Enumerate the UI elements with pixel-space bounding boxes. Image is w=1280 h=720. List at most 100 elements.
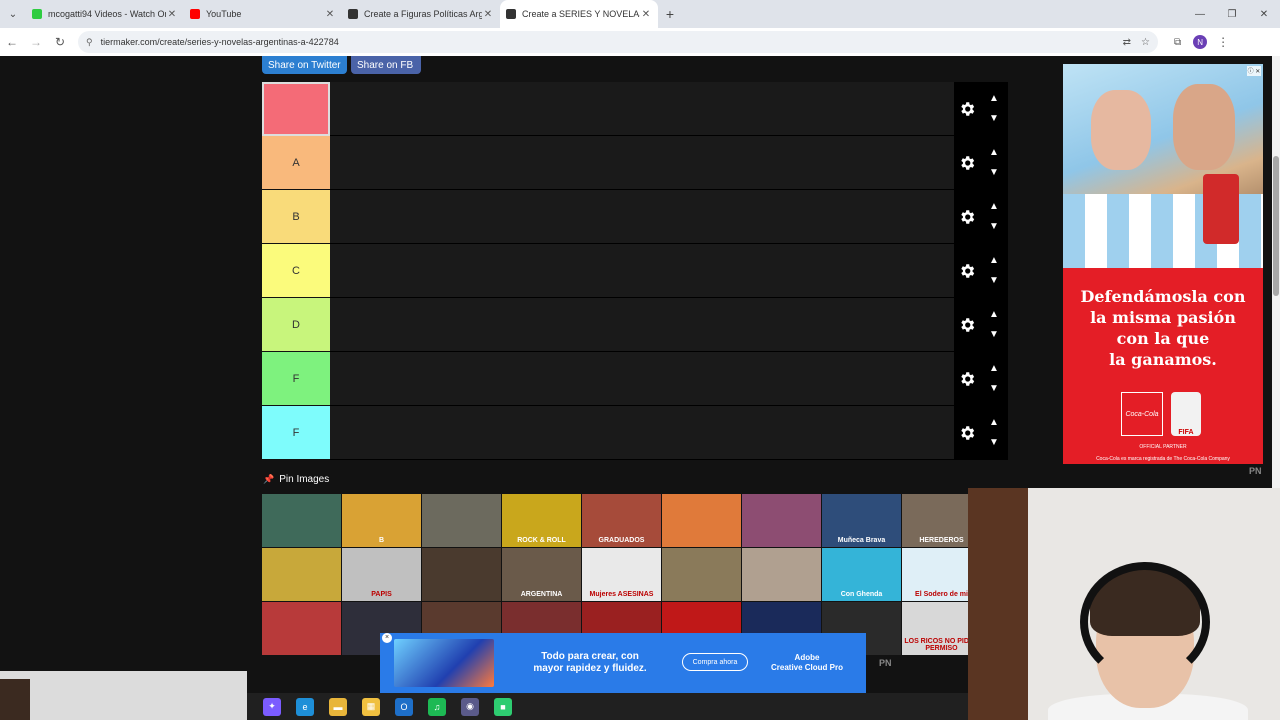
move-up-icon[interactable]: ▲ (987, 310, 1001, 320)
tier-item-image[interactable]: Mujeres ASESINAS (582, 548, 661, 601)
tab-close-icon[interactable]: ✕ (640, 9, 652, 20)
move-up-icon[interactable]: ▲ (987, 364, 1001, 374)
pin-images-toggle[interactable]: 📌 Pin Images (263, 474, 329, 485)
minimize-icon[interactable]: — (1184, 0, 1216, 28)
gear-icon[interactable] (958, 100, 976, 118)
site-info-icon[interactable]: ⚲ (86, 37, 93, 48)
tier-label[interactable] (262, 82, 330, 136)
tab-search-icon[interactable]: ⌄ (0, 0, 26, 28)
move-up-icon[interactable]: ▲ (987, 418, 1001, 428)
edge-icon[interactable]: e (296, 697, 314, 716)
move-down-icon[interactable]: ▼ (987, 438, 1001, 448)
tier-drop-zone[interactable] (330, 352, 954, 406)
gear-icon[interactable] (958, 316, 976, 334)
tier-item-image[interactable] (262, 602, 341, 655)
tier-item-caption: Mujeres ASESINAS (589, 591, 654, 598)
move-down-icon[interactable]: ▼ (987, 330, 1001, 340)
gear-icon[interactable] (958, 154, 976, 172)
forward-icon[interactable]: → (24, 30, 48, 54)
tab-close-icon[interactable]: ✕ (166, 9, 178, 20)
tier-item-image[interactable]: LOS RICOS NO PIDEN PERMISO (902, 602, 968, 655)
profile-avatar[interactable]: N (1193, 35, 1208, 49)
move-up-icon[interactable]: ▲ (987, 202, 1001, 212)
tier-label[interactable]: A (262, 136, 330, 190)
tier-item-image[interactable]: ROCK & ROLL (502, 494, 581, 547)
browser-menu-icon[interactable]: ⋮ (1217, 35, 1229, 49)
app-green-icon[interactable]: ■ (494, 697, 512, 716)
move-up-icon[interactable]: ▲ (987, 148, 1001, 158)
tier-item-caption: B (378, 537, 385, 544)
tier-drop-zone[interactable] (330, 190, 954, 244)
tier-item-image[interactable]: ARGENTINA (502, 548, 581, 601)
tier-drop-zone[interactable] (330, 298, 954, 352)
file-explorer-icon[interactable]: ▬ (329, 697, 347, 716)
copilot-icon[interactable]: ✦ (263, 697, 281, 716)
scrollbar-thumb[interactable] (1273, 156, 1279, 296)
tier-item-image[interactable] (662, 494, 741, 547)
tab-series-y-novelas[interactable]: Create a SERIES Y NOVELAS AR ✕ (500, 0, 658, 28)
spotify-icon[interactable]: ♫ (428, 697, 446, 716)
tier-item-image[interactable] (422, 494, 501, 547)
gear-icon[interactable] (958, 208, 976, 226)
tab-youtube[interactable]: YouTube ✕ (184, 0, 342, 28)
tier-item-image[interactable] (422, 548, 501, 601)
tier-label[interactable]: F (262, 352, 330, 406)
share-twitter-button[interactable]: Share on Twitter (262, 56, 347, 74)
tier-item-image[interactable] (262, 494, 341, 547)
tier-item-image[interactable]: Muñeca Brava (822, 494, 901, 547)
tier-item-image[interactable]: GRADUADOS (582, 494, 661, 547)
tab-close-icon[interactable]: ✕ (482, 9, 494, 20)
ad-close-icon[interactable]: × (382, 633, 392, 643)
gear-icon[interactable] (958, 424, 976, 442)
tier-item-image[interactable]: Con Ghenda (822, 548, 901, 601)
window-controls: — ❐ ✕ (1184, 0, 1280, 28)
reload-icon[interactable]: ↻ (48, 30, 72, 54)
tier-item-image[interactable]: B (342, 494, 421, 547)
move-down-icon[interactable]: ▼ (987, 384, 1001, 394)
url-text: tiermaker.com/create/series-y-novelas-ar… (100, 37, 339, 47)
adchoices-icon[interactable]: ⓘ ✕ (1247, 66, 1261, 76)
bookmark-star-icon[interactable]: ☆ (1141, 37, 1150, 48)
tier-item-image[interactable]: PAPIS (342, 548, 421, 601)
cocacola-ad[interactable]: Defendámosla con la misma pasión con la … (1063, 64, 1263, 464)
move-down-icon[interactable]: ▼ (987, 114, 1001, 124)
tier-item-image[interactable] (262, 548, 341, 601)
share-facebook-button[interactable]: Share on FB (351, 56, 421, 74)
tab-figuras-politicas[interactable]: Create a Figuras Políticas Arge ✕ (342, 0, 500, 28)
tier-label[interactable]: B (262, 190, 330, 244)
gear-icon[interactable] (958, 262, 976, 280)
move-down-icon[interactable]: ▼ (987, 168, 1001, 178)
tier-drop-zone[interactable] (330, 244, 954, 298)
close-window-icon[interactable]: ✕ (1248, 0, 1280, 28)
adobe-ad[interactable]: Todo para crear, con mayor rapidez y flu… (380, 633, 866, 693)
tier-item-image[interactable]: El Sodero de mi (902, 548, 968, 601)
chrome-icon[interactable]: ◉ (461, 697, 479, 716)
tab-close-icon[interactable]: ✕ (324, 9, 336, 20)
back-icon[interactable]: ← (0, 30, 24, 54)
move-down-icon[interactable]: ▼ (987, 276, 1001, 286)
buy-now-button[interactable]: Compra ahora (682, 653, 748, 671)
tier-label[interactable]: D (262, 298, 330, 352)
new-tab-icon[interactable]: + (658, 6, 682, 22)
gear-icon[interactable] (958, 370, 976, 388)
url-field[interactable]: ⚲ tiermaker.com/create/series-y-novelas-… (78, 31, 1158, 53)
tier-label[interactable]: F (262, 406, 330, 460)
outlook-icon[interactable]: O (395, 697, 413, 716)
pin-icon: 📌 (263, 474, 275, 484)
move-up-icon[interactable]: ▲ (987, 94, 1001, 104)
extensions-icon[interactable]: ⧉ (1174, 37, 1181, 48)
tier-item-image[interactable] (662, 548, 741, 601)
move-down-icon[interactable]: ▼ (987, 222, 1001, 232)
tier-drop-zone[interactable] (330, 136, 954, 190)
tier-item-image[interactable] (742, 494, 821, 547)
tier-label[interactable]: C (262, 244, 330, 298)
move-up-icon[interactable]: ▲ (987, 256, 1001, 266)
calendar-icon[interactable]: ▦ (362, 697, 380, 716)
tier-item-image[interactable]: HEREDEROS (902, 494, 968, 547)
translate-icon[interactable]: ⇄ (1123, 37, 1131, 48)
tier-item-image[interactable] (742, 548, 821, 601)
tier-drop-zone[interactable] (330, 406, 954, 460)
tier-drop-zone[interactable] (330, 82, 954, 136)
restore-icon[interactable]: ❐ (1216, 0, 1248, 28)
tab-mcogatti94[interactable]: mcogatti94 Videos - Watch On ✕ (26, 0, 184, 28)
